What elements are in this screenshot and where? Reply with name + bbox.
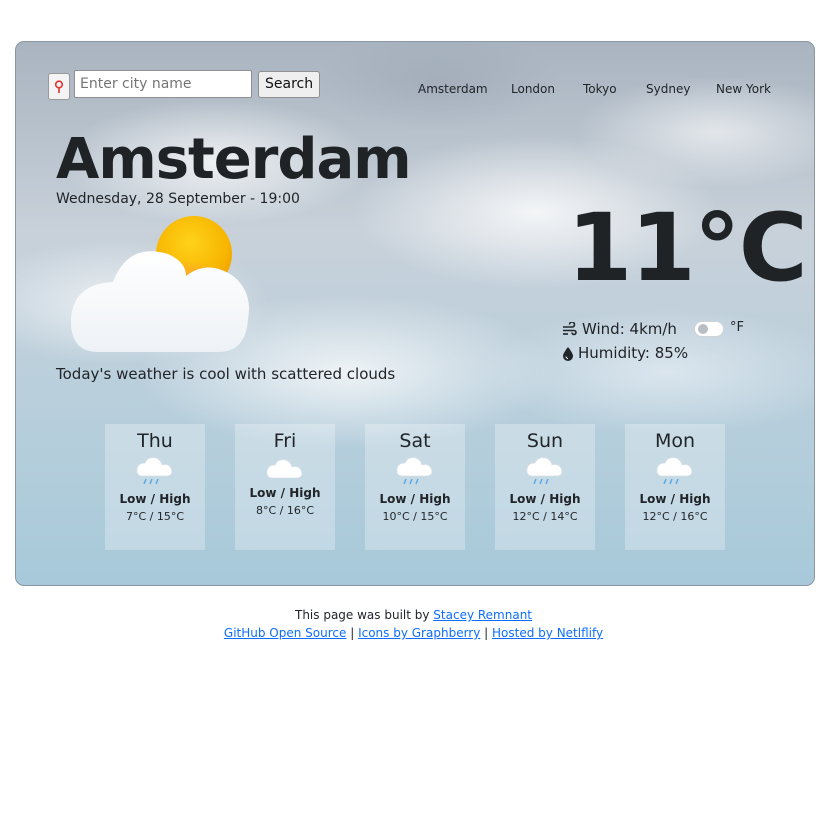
rain-cloud-icon xyxy=(526,457,563,485)
forecast-range: 12°C / 14°C xyxy=(512,510,578,523)
forecast-card-fri: Fri Low / High 8°C / 16°C xyxy=(235,424,335,550)
forecast-day: Mon xyxy=(654,430,696,452)
built-by-text: This page was built by xyxy=(294,608,430,622)
city-link-london[interactable]: London xyxy=(511,82,555,96)
humidity-info: Humidity: 85% xyxy=(562,344,688,362)
city-link-amsterdam[interactable]: Amsterdam xyxy=(418,82,488,96)
humidity-label: Humidity: 85% xyxy=(578,344,689,362)
partly-cloudy-icon xyxy=(70,216,249,352)
wind-icon xyxy=(563,322,577,336)
weather-card: Search Amsterdam London Tokyo Sydney New… xyxy=(15,41,815,586)
unit-toggle[interactable] xyxy=(694,321,724,337)
forecast-day: Sat xyxy=(399,430,431,452)
forecast-card-mon: Mon Low / High 12°C / 16°C xyxy=(625,424,725,550)
rain-cloud-icon xyxy=(136,457,173,485)
author-link[interactable]: Stacey Remnant xyxy=(433,608,532,622)
footer-credit: This page was built by Stacey Remnant xyxy=(0,608,827,622)
city-link-new-york[interactable]: New York xyxy=(716,82,771,96)
footer-separator: | xyxy=(484,626,489,640)
hosting-link[interactable]: Hosted by Netlflify xyxy=(492,626,603,640)
github-link[interactable]: GitHub Open Source xyxy=(224,626,346,640)
forecast-label: Low / High xyxy=(639,492,711,506)
footer-separator: | xyxy=(350,626,355,640)
forecast-range: 10°C / 15°C xyxy=(382,510,448,523)
forecast-range: 12°C / 16°C xyxy=(642,510,708,523)
forecast-card-sun: Sun Low / High 12°C / 14°C xyxy=(495,424,595,550)
unit-toggle-label: °F xyxy=(730,320,744,335)
forecast-card-sat: Sat Low / High 10°C / 15°C xyxy=(365,424,465,550)
forecast-label: Low / High xyxy=(379,492,451,506)
forecast-card-thu: Thu Low / High 7°C / 15°C xyxy=(105,424,205,550)
forecast-range: 7°C / 15°C xyxy=(125,510,185,523)
city-title: Amsterdam xyxy=(56,127,412,192)
forecast-label: Low / High xyxy=(119,492,191,506)
weather-description: Today's weather is cool with scattered c… xyxy=(56,365,396,383)
current-datetime: Wednesday, 28 September - 19:00 xyxy=(56,191,300,207)
city-link-sydney[interactable]: Sydney xyxy=(646,82,690,96)
city-link-tokyo[interactable]: Tokyo xyxy=(583,82,617,96)
quick-city-nav: Amsterdam London Tokyo Sydney New York xyxy=(16,82,814,100)
forecast-day: Fri xyxy=(273,430,297,452)
rain-cloud-icon xyxy=(396,457,433,485)
forecast-label: Low / High xyxy=(249,486,321,500)
cloud-icon xyxy=(266,459,303,479)
forecast-label: Low / High xyxy=(509,492,581,506)
wind-info: Wind: 4km/h xyxy=(562,320,677,338)
forecast-day: Thu xyxy=(137,430,173,452)
toggle-knob xyxy=(698,324,708,334)
water-drop-icon xyxy=(563,346,573,361)
icons-credit-link[interactable]: Icons by Graphberry xyxy=(358,626,480,640)
forecast-day: Sun xyxy=(526,430,564,452)
wind-label: Wind: 4km/h xyxy=(582,320,677,338)
forecast-range: 8°C / 16°C xyxy=(255,504,315,517)
footer-links: GitHub Open Source | Icons by Graphberry… xyxy=(0,626,827,640)
current-temperature: 11°C xyxy=(567,194,808,303)
rain-cloud-icon xyxy=(656,457,693,485)
